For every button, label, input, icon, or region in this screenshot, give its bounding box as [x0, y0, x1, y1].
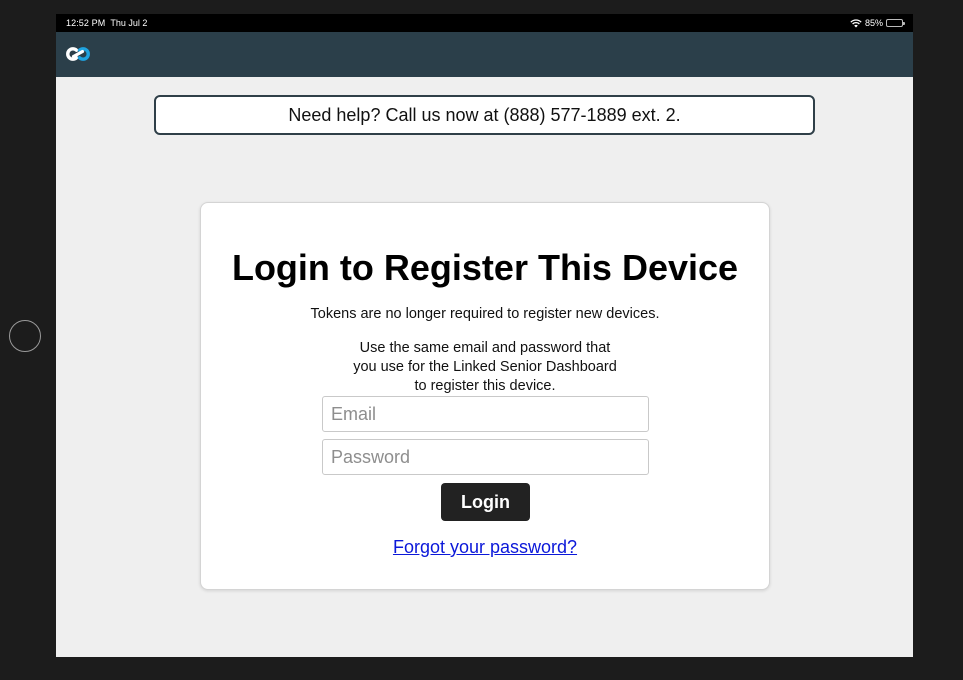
- password-field[interactable]: [322, 439, 649, 475]
- login-button[interactable]: Login: [441, 483, 530, 521]
- instructions-text-content: Use the same email and password that you…: [353, 340, 617, 394]
- email-field[interactable]: [322, 396, 649, 432]
- status-bar: 12:52 PM Thu Jul 2 85%: [56, 14, 913, 32]
- help-banner: Need help? Call us now at (888) 577-1889…: [154, 95, 815, 135]
- linked-senior-logo-icon[interactable]: [64, 44, 92, 64]
- app-bar: [56, 32, 913, 77]
- battery-percent: 85%: [864, 18, 883, 28]
- tokens-notice: Tokens are no longer required to registe…: [310, 306, 660, 322]
- page-title: Login to Register This Device: [231, 247, 739, 288]
- status-date: Thu Jul 2: [110, 18, 148, 28]
- help-banner-text: Need help? Call us now at (888) 577-1889…: [288, 104, 681, 125]
- wifi-icon: [850, 18, 862, 27]
- home-button[interactable]: [9, 320, 41, 352]
- ipad-screen: 12:52 PM Thu Jul 2 85% Need help? Call u…: [56, 14, 913, 657]
- status-right: 85%: [850, 18, 905, 28]
- instructions-text: Use the same email and password that you…: [201, 339, 769, 396]
- login-card: Login to Register This Device Tokens are…: [200, 202, 770, 590]
- status-time: 12:52 PM: [66, 18, 106, 28]
- battery-icon: [886, 19, 905, 27]
- forgot-password-link[interactable]: Forgot your password?: [201, 537, 769, 558]
